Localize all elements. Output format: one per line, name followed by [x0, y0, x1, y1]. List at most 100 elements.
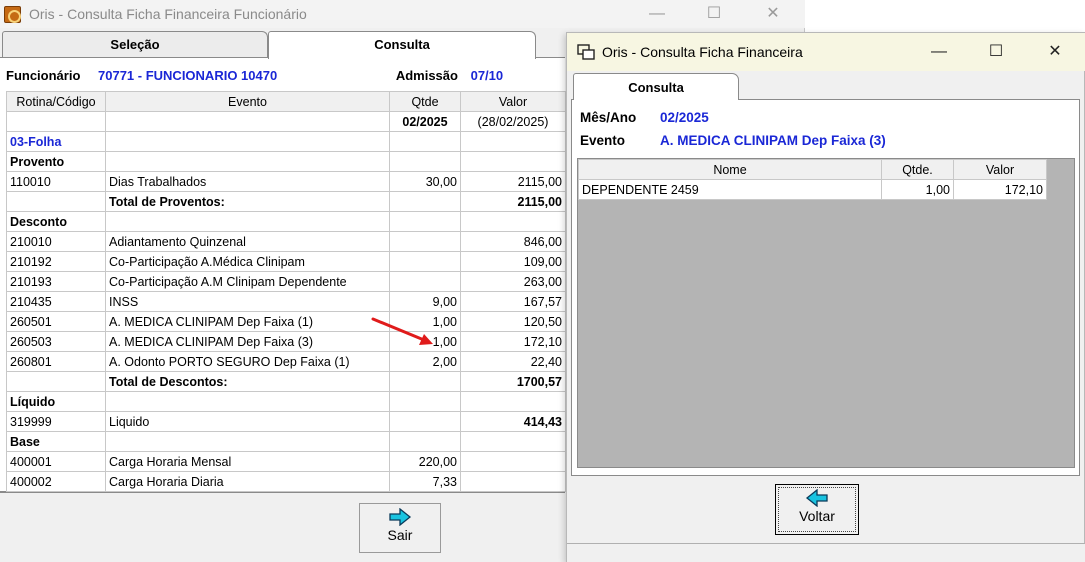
minimize-button[interactable]: —	[634, 2, 680, 26]
cell-code	[6, 371, 106, 392]
cell-code: Líquido	[6, 391, 106, 412]
table-row[interactable]: Total de Descontos: 1700,57	[6, 371, 566, 392]
column-header-valor[interactable]: Valor	[460, 91, 566, 112]
dependentes-grid[interactable]: Nome Qtde. Valor DEPENDENTE 2459 1,00 172,…	[578, 159, 1047, 200]
table-row[interactable]: Base	[6, 431, 566, 452]
table-row[interactable]: 260801 A. Odonto PORTO SEGURO Dep Faixa (…	[6, 351, 566, 372]
cell-valor	[460, 131, 566, 152]
grid-header-row: Nome Qtde. Valor	[578, 159, 1047, 180]
cell-evento	[105, 391, 390, 412]
left-arrow-icon	[805, 489, 828, 507]
cell-periodo: 02/2025	[389, 111, 461, 132]
funcionario-header: Funcionário 70771 - FUNCIONARIO 10470 Ad…	[6, 68, 503, 83]
cell-evento: Carga Horaria Diaria	[105, 471, 390, 492]
admissao-label: Admissão	[395, 68, 458, 83]
cell-qtde: 30,00	[389, 171, 461, 192]
status-bar	[567, 543, 1085, 562]
cell-evento: Total de Proventos:	[105, 191, 390, 212]
minimize-button[interactable]: —	[916, 40, 962, 64]
cell-code: 319999	[6, 411, 106, 432]
column-header-qtde[interactable]: Qtde.	[881, 159, 954, 180]
cell-evento: Total de Descontos:	[105, 371, 390, 392]
evento-value: A. MEDICA CLINIPAM Dep Faixa (3)	[660, 133, 886, 148]
tab-consulta[interactable]: Consulta	[573, 73, 739, 100]
cell-evento: A. MEDICA CLINIPAM Dep Faixa (3)	[105, 331, 390, 352]
cell-qtde: 1,00	[881, 179, 954, 200]
right-arrow-icon	[389, 508, 412, 526]
column-header-valor[interactable]: Valor	[953, 159, 1047, 180]
cell-qtde: 9,00	[389, 291, 461, 312]
close-button[interactable]: ✕	[1032, 40, 1078, 64]
evento-label: Evento	[580, 133, 626, 148]
dependentes-grid-area[interactable]: Nome Qtde. Valor DEPENDENTE 2459 1,00 172,…	[577, 158, 1075, 468]
cell-code: 210193	[6, 271, 106, 292]
cell-valor: 22,40	[460, 351, 566, 372]
table-row[interactable]: 260503 A. MEDICA CLINIPAM Dep Faixa (3) 1,…	[6, 331, 566, 352]
cell-evento: Carga Horaria Mensal	[105, 451, 390, 472]
annotation-red-arrow-icon	[371, 317, 433, 345]
table-row[interactable]: Líquido	[6, 391, 566, 412]
cell-code: 260801	[6, 351, 106, 372]
title-bar[interactable]: Oris - Consulta Ficha Financeira — ☐ ✕	[567, 33, 1085, 71]
mes-ano-value: 02/2025	[660, 110, 709, 125]
table-row[interactable]: 110010 Dias Trabalhados 30,00 2115,00	[6, 171, 566, 192]
sair-label: Sair	[387, 527, 413, 543]
tab-selecao[interactable]: Seleção	[2, 31, 268, 57]
funcionario-value: 70771 - FUNCIONARIO 10470	[98, 68, 278, 83]
consulta-panel: Funcionário 70771 - FUNCIONARIO 10470 Ad…	[0, 57, 566, 493]
consulta-ficha-financeira-window: Oris - Consulta Ficha Financeira — ☐ ✕ C…	[566, 32, 1085, 562]
table-row[interactable]: 319999 Liquido 414,43	[6, 411, 566, 432]
cell-valor	[460, 451, 566, 472]
cell-code: Base	[6, 431, 106, 452]
table-row[interactable]: Desconto	[6, 211, 566, 232]
cell-code: Provento	[6, 151, 106, 172]
window-app-icon	[577, 44, 595, 60]
table-row[interactable]: 400001 Carga Horaria Mensal 220,00	[6, 451, 566, 472]
table-row[interactable]: 210435 INSS 9,00 167,57	[6, 291, 566, 312]
cell-valor: 109,00	[460, 251, 566, 272]
cell-evento: Dias Trabalhados	[105, 171, 390, 192]
ficha-financeira-grid[interactable]: Rotina/Código Evento Qtde Valor 02/2025 …	[6, 91, 566, 492]
table-row[interactable]: 210192 Co-Participação A.Médica Clinipam 1…	[6, 251, 566, 272]
maximize-button[interactable]: ☐	[691, 2, 737, 26]
table-row[interactable]: 210193 Co-Participação A.M Clinipam Depen…	[6, 271, 566, 292]
cell-code	[6, 191, 106, 212]
cell-qtde: 7,33	[389, 471, 461, 492]
consulta-detail-panel: Mês/Ano 02/2025 Evento A. MEDICA CLINIPA…	[571, 99, 1080, 476]
cell-evento: Adiantamento Quinzenal	[105, 231, 390, 252]
sair-button[interactable]: Sair	[359, 503, 441, 553]
cell-valor	[460, 151, 566, 172]
column-header-nome[interactable]: Nome	[578, 159, 882, 180]
cell-code: 210435	[6, 291, 106, 312]
table-row[interactable]: DEPENDENTE 2459 1,00 172,10	[578, 179, 1047, 200]
cell-qtde: 220,00	[389, 451, 461, 472]
cell-valor	[460, 211, 566, 232]
table-row[interactable]: 210010 Adiantamento Quinzenal 846,00	[6, 231, 566, 252]
cell-qtde	[389, 131, 461, 152]
grid-header-row: Rotina/Código Evento Qtde Valor	[6, 91, 566, 112]
table-row[interactable]: Total de Proventos: 2115,00	[6, 191, 566, 212]
table-row[interactable]: 03-Folha	[6, 131, 566, 152]
cell-evento: A. MEDICA CLINIPAM Dep Faixa (1)	[105, 311, 390, 332]
column-header-qtde[interactable]: Qtde	[389, 91, 461, 112]
period-row[interactable]: 02/2025 (28/02/2025)	[6, 111, 566, 132]
cell-valor: 2115,00	[460, 171, 566, 192]
cell-evento	[105, 111, 390, 132]
table-row[interactable]: 260501 A. MEDICA CLINIPAM Dep Faixa (1) 1,…	[6, 311, 566, 332]
cell-qtde	[389, 371, 461, 392]
title-bar[interactable]: Oris - Consulta Ficha Financeira Funcion…	[0, 0, 805, 28]
cell-qtde: 2,00	[389, 351, 461, 372]
column-header-evento[interactable]: Evento	[105, 91, 390, 112]
voltar-button[interactable]: Voltar	[775, 484, 859, 535]
table-row[interactable]: 400002 Carga Horaria Diaria 7,33	[6, 471, 566, 492]
cell-code: 110010	[6, 171, 106, 192]
close-button[interactable]: ✕	[750, 2, 796, 26]
tab-consulta[interactable]: Consulta	[268, 31, 536, 59]
cell-qtde	[389, 431, 461, 452]
table-row[interactable]: Provento	[6, 151, 566, 172]
cell-valor: 414,43	[460, 411, 566, 432]
cell-code: 400001	[6, 451, 106, 472]
column-header-rotina[interactable]: Rotina/Código	[6, 91, 106, 112]
maximize-button[interactable]: ☐	[973, 40, 1019, 64]
cell-qtde	[389, 391, 461, 412]
